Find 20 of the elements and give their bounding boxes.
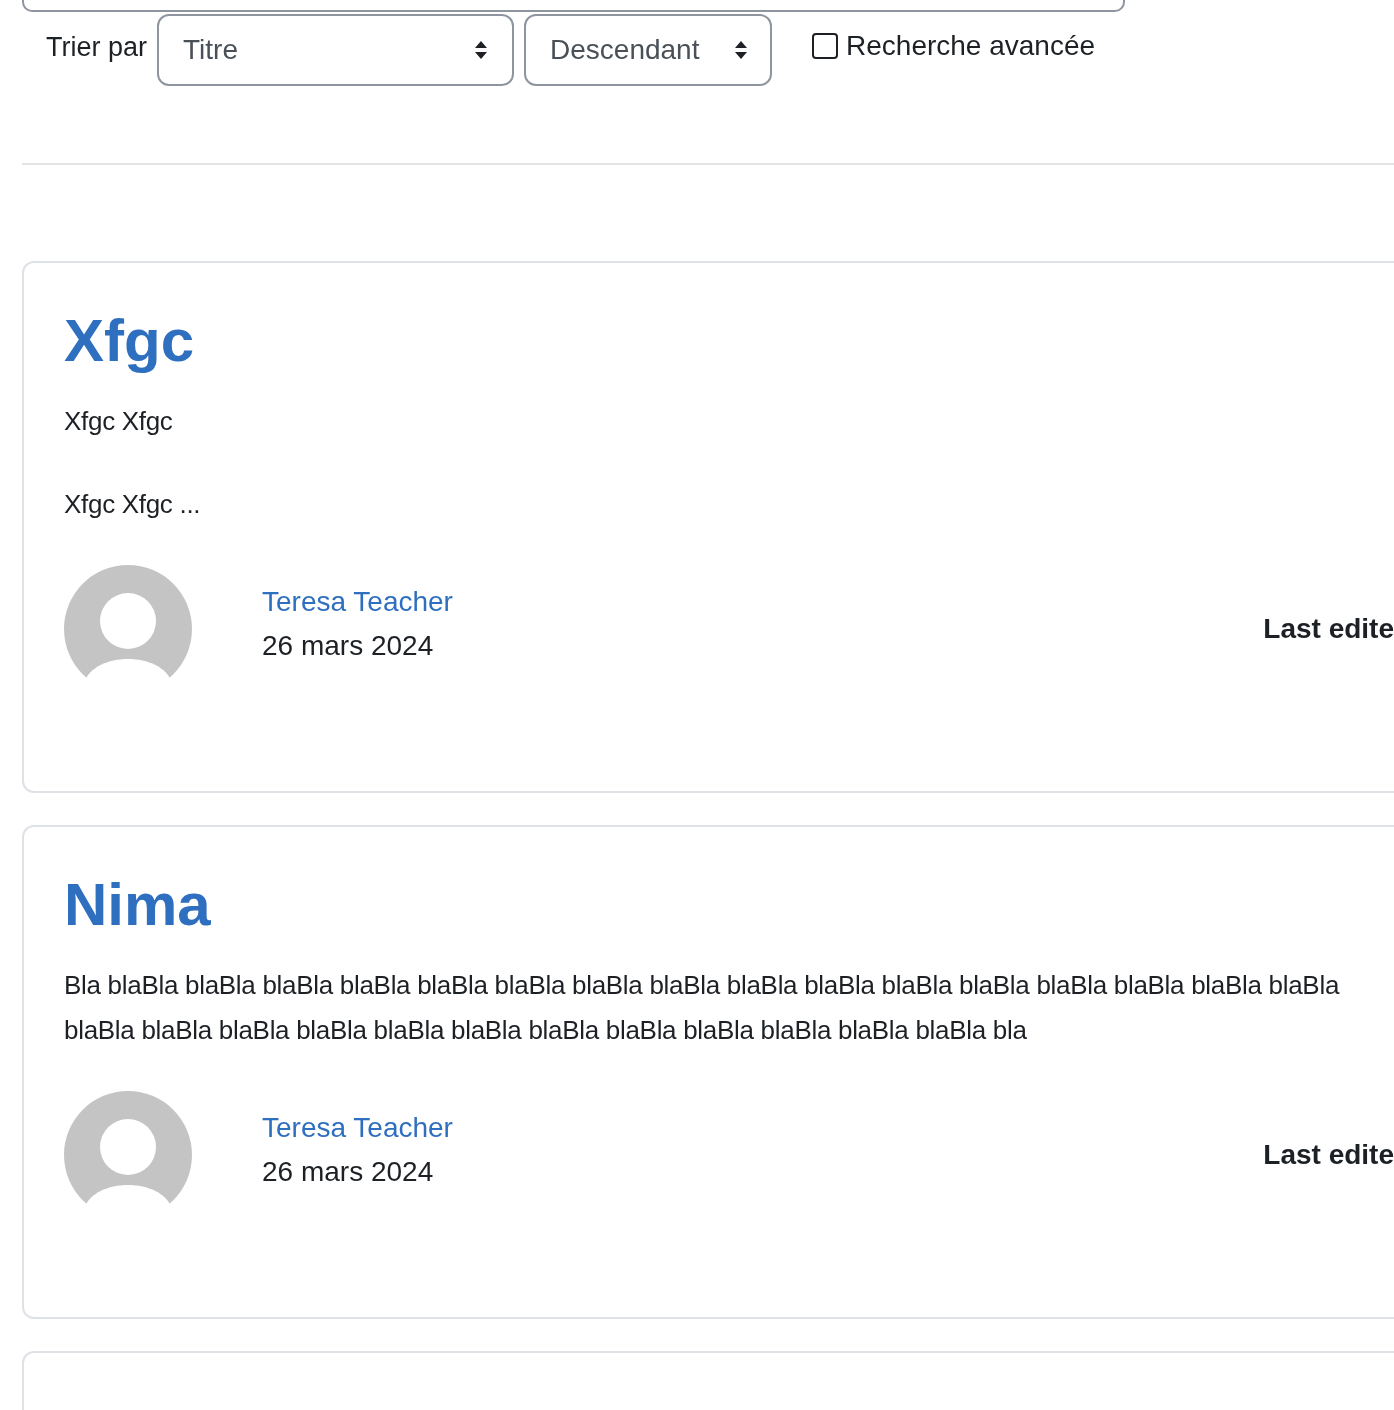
avatar-silhouette-icon [64, 565, 192, 693]
sort-caret-icon [734, 40, 748, 60]
entry-title[interactable]: Xfgc [64, 305, 195, 377]
sort-caret-icon [474, 40, 488, 60]
advanced-search-checkbox[interactable] [812, 33, 838, 59]
last-edited-label: Last edite [1263, 1138, 1394, 1172]
sort-label: Trier par [46, 30, 147, 64]
entry-text: Xfgc Xfgc ... [64, 488, 202, 521]
sort-field-select[interactable]: Titre [157, 14, 514, 86]
author-link[interactable]: Teresa Teacher [262, 580, 453, 624]
sort-order-select[interactable]: Descendant [524, 14, 772, 86]
entry-text: Xfgc Xfgc [64, 405, 174, 438]
last-edited-label: Last edite [1263, 612, 1394, 646]
avatar-silhouette-icon [64, 1091, 192, 1219]
entry-date: 26 mars 2024 [262, 1155, 435, 1189]
advanced-search-label: Recherche avancée [846, 29, 1096, 63]
author-link[interactable]: Teresa Teacher [262, 1106, 453, 1150]
entry-text: Bla blaBla blaBla blaBla blaBla blaBla blaBla blaBla blaBla blaBla blaBla blaBla blaBla blaBla blaBla blaBla blaBla blaBla blaBla blaBla blaBla blaBla blaBla blaBla blaBla blaBla blaBla blaBla blaBla bla [64, 969, 1341, 1047]
entry-date: 26 mars 2024 [262, 629, 435, 663]
entry-title[interactable]: Nima [64, 869, 211, 941]
